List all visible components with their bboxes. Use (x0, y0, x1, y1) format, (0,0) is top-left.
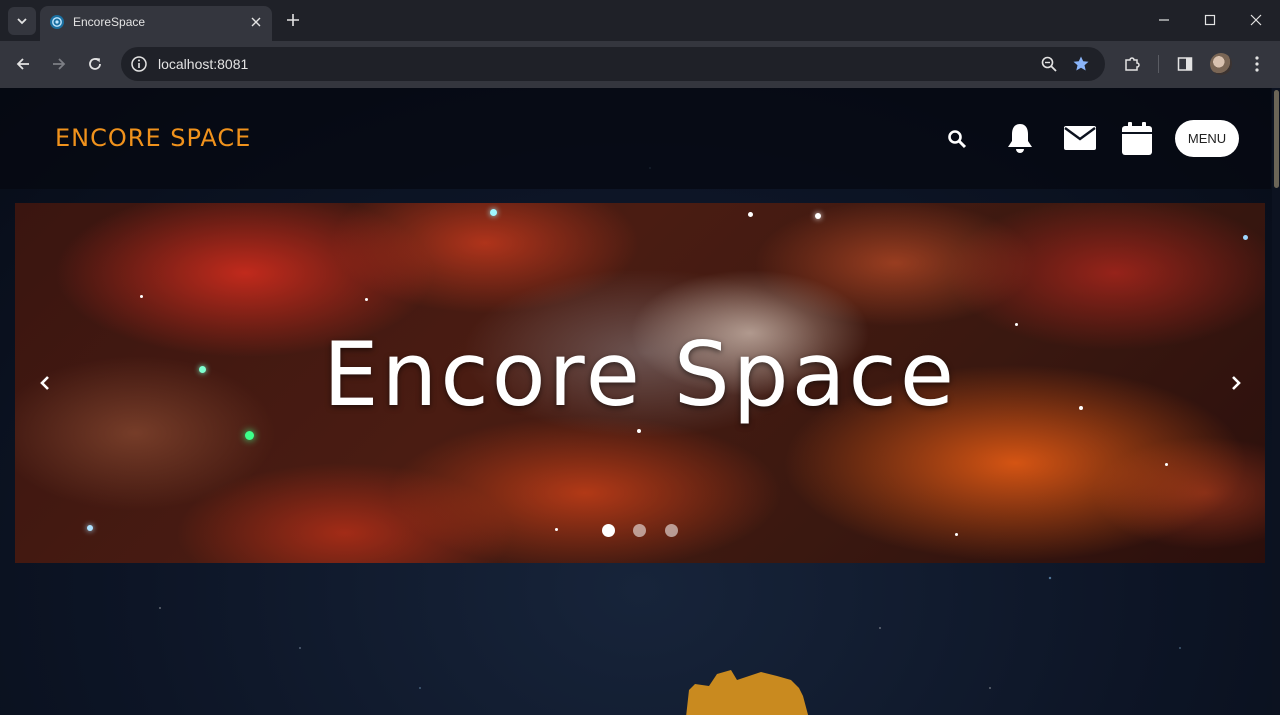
carousel-indicator-2[interactable] (633, 524, 646, 537)
chrome-menu-button[interactable] (1246, 53, 1268, 75)
zoom-button[interactable] (1039, 54, 1059, 74)
arrow-left-icon (16, 58, 29, 70)
carousel-indicator-3[interactable] (665, 524, 678, 537)
side-panel-button[interactable] (1174, 53, 1196, 75)
mail-icon (1064, 126, 1096, 150)
toolbar-divider (1158, 55, 1159, 73)
chevron-left-icon (40, 376, 49, 390)
browser-toolbar: localhost:8081 (0, 41, 1280, 88)
carousel-prev-button[interactable] (35, 373, 55, 393)
tab-title: EncoreSpace (73, 15, 146, 29)
url-text: localhost:8081 (158, 56, 249, 72)
extensions-button[interactable] (1121, 53, 1143, 75)
planet-graphic (686, 670, 809, 715)
encorespace-favicon-icon (50, 15, 64, 29)
side-panel-icon (1177, 57, 1193, 71)
nebula-star (365, 298, 368, 301)
tab-search-button[interactable] (8, 7, 36, 35)
hero-carousel: Encore Space (15, 203, 1265, 563)
nebula-star (815, 213, 821, 219)
nebula-star (490, 209, 497, 216)
nebula-star (637, 429, 641, 433)
nebula-star (87, 525, 93, 531)
arrow-right-icon (53, 58, 66, 70)
reload-button[interactable] (80, 49, 110, 79)
site-header: ENCORE SPACE MENU (0, 88, 1271, 189)
close-window-button[interactable] (1233, 0, 1279, 40)
search-icon (948, 130, 967, 149)
minimize-button[interactable] (1141, 0, 1187, 40)
bell-icon (1008, 124, 1032, 153)
browser-tab-bar: EncoreSpace (0, 0, 1280, 41)
close-icon (1250, 14, 1262, 26)
bookmark-button[interactable] (1071, 54, 1091, 74)
more-vertical-icon (1255, 56, 1259, 72)
nebula-star (955, 533, 958, 536)
nebula-star (245, 431, 254, 440)
menu-button[interactable]: MENU (1175, 120, 1239, 157)
star-icon (1073, 56, 1089, 71)
hero-title: Encore Space (322, 323, 958, 426)
site-info-icon[interactable] (130, 55, 148, 73)
forward-button[interactable] (44, 49, 74, 79)
carousel-next-button[interactable] (1226, 373, 1246, 393)
minimize-icon (1159, 19, 1169, 21)
chevron-right-icon (1232, 376, 1241, 390)
nebula-star (555, 528, 558, 531)
notifications-button[interactable] (1004, 121, 1036, 155)
maximize-icon (1204, 14, 1216, 26)
profile-avatar[interactable] (1210, 53, 1232, 75)
browser-tab[interactable]: EncoreSpace (40, 6, 272, 41)
tab-close-button[interactable] (248, 14, 264, 30)
close-icon (251, 17, 261, 27)
nebula-star (1243, 235, 1248, 240)
back-button[interactable] (8, 49, 38, 79)
messages-button[interactable] (1062, 124, 1098, 152)
calendar-icon (1122, 121, 1152, 155)
nebula-star (140, 295, 143, 298)
nebula-star (748, 212, 753, 217)
plus-icon (287, 14, 299, 26)
reload-icon (89, 58, 101, 70)
page-scrollbar[interactable] (1272, 88, 1280, 715)
site-logo[interactable]: ENCORE SPACE (55, 124, 251, 152)
carousel-indicator-1[interactable] (602, 524, 615, 537)
zoom-out-icon (1041, 56, 1057, 72)
puzzle-icon (1125, 57, 1140, 71)
address-bar[interactable]: localhost:8081 (121, 47, 1105, 81)
search-button[interactable] (946, 128, 968, 150)
new-tab-button[interactable] (282, 9, 304, 31)
maximize-button[interactable] (1187, 0, 1233, 40)
page-viewport: ENCORE SPACE MENU Encore Space (0, 88, 1280, 715)
nebula-star (1165, 463, 1168, 466)
chevron-down-icon (17, 18, 27, 25)
calendar-button[interactable] (1120, 120, 1154, 156)
scrollbar-thumb[interactable] (1274, 90, 1279, 188)
